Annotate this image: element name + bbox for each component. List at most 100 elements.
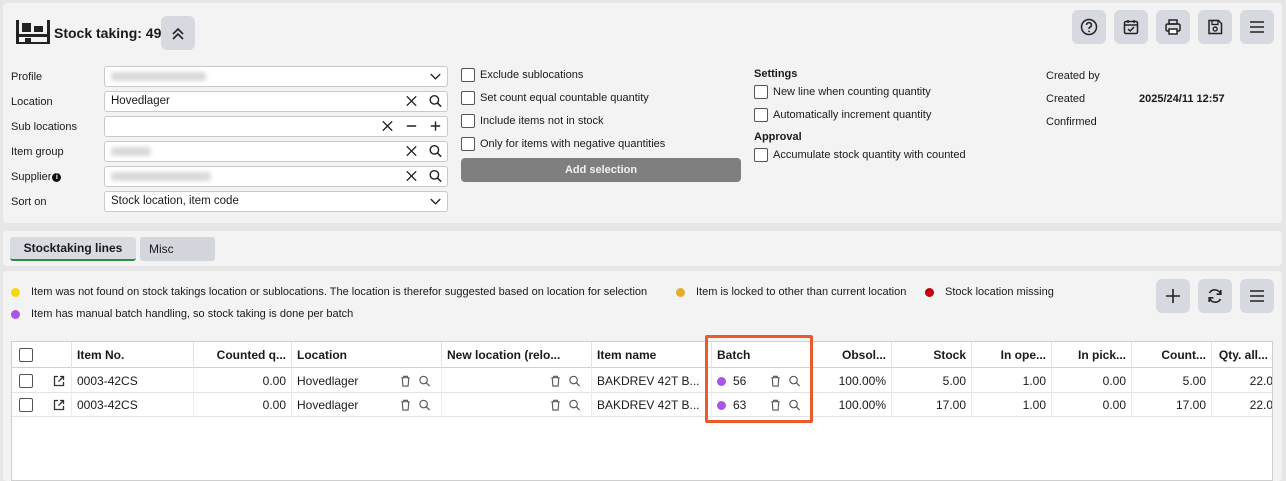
open-external-icon[interactable] [52, 398, 66, 412]
search-icon[interactable] [418, 374, 431, 388]
location-field[interactable]: Hovedlager [104, 91, 448, 112]
cell-in-operation: 1.00 [972, 393, 1052, 417]
legend-purple: Item has manual batch handling, so stock… [11, 308, 353, 320]
created-by-label: Created by [1046, 70, 1100, 82]
checkbox[interactable] [461, 137, 475, 151]
checkbox[interactable] [754, 108, 768, 122]
table-row[interactable]: 0003-42CS 0.00 Hovedlager BAKDREV 42T B.… [12, 369, 1272, 393]
trash-icon[interactable] [769, 398, 782, 412]
lines-menu-button[interactable] [1240, 279, 1274, 313]
confirm-button[interactable] [1114, 10, 1148, 44]
col-item-name[interactable]: Item name [592, 342, 712, 368]
supplier-field[interactable] [104, 166, 448, 187]
only-negative-option[interactable]: Only for items with negative quantities [461, 137, 665, 151]
printer-icon [1165, 19, 1181, 35]
checkbox[interactable] [461, 68, 475, 82]
clear-icon[interactable] [404, 168, 419, 184]
refresh-icon [1208, 289, 1222, 303]
red-dot-icon [925, 287, 934, 297]
cell-counted-qty[interactable]: 0.00 [194, 393, 292, 417]
search-icon[interactable] [428, 93, 443, 109]
trash-icon[interactable] [399, 374, 412, 388]
plus-icon[interactable] [428, 118, 443, 134]
stocktaking-lines-panel: Item was not found on stock takings loca… [3, 271, 1282, 481]
location-label: Location [11, 96, 53, 108]
itemgroup-label: Item group [11, 146, 64, 158]
sorton-value: Stock location, item code [111, 195, 239, 207]
search-icon[interactable] [568, 398, 581, 412]
search-icon[interactable] [418, 398, 431, 412]
row-select-cell [12, 393, 72, 417]
itemgroup-field[interactable] [104, 141, 448, 162]
add-selection-button[interactable]: Add selection [461, 158, 741, 182]
trash-icon[interactable] [549, 398, 562, 412]
col-in-picking[interactable]: In pick... [1052, 342, 1132, 368]
search-icon[interactable] [788, 398, 801, 412]
refresh-button[interactable] [1198, 279, 1232, 313]
clear-icon[interactable] [404, 143, 419, 159]
hamburger-menu-icon [1250, 290, 1264, 302]
checkbox[interactable] [461, 91, 475, 105]
include-not-in-stock-option[interactable]: Include items not in stock [461, 114, 604, 128]
clear-icon[interactable] [404, 93, 419, 109]
col-qty-allocated[interactable]: Qty. all... [1212, 342, 1272, 368]
hamburger-menu-icon [1250, 21, 1264, 33]
cell-countable: 17.00 [1132, 393, 1212, 417]
add-line-button[interactable] [1156, 279, 1190, 313]
minus-icon[interactable] [404, 118, 419, 134]
search-icon[interactable] [428, 143, 443, 159]
chevron-double-up-icon [172, 27, 184, 40]
purple-dot-icon [11, 309, 20, 319]
row-checkbox[interactable] [19, 398, 33, 412]
clear-icon[interactable] [380, 118, 395, 134]
profile-select[interactable] [104, 66, 448, 87]
print-button[interactable] [1156, 10, 1190, 44]
search-icon[interactable] [568, 374, 581, 388]
select-all-checkbox[interactable] [19, 348, 33, 362]
checkbox[interactable] [754, 85, 768, 99]
set-count-equal-option[interactable]: Set count equal countable quantity [461, 91, 649, 105]
col-counted-qty[interactable]: Counted q... [194, 342, 292, 368]
col-new-location[interactable]: New location (relo... [442, 342, 592, 368]
open-external-icon[interactable] [52, 374, 66, 388]
checkbox[interactable] [461, 114, 475, 128]
legend-yellow: Item was not found on stock takings loca… [11, 286, 647, 298]
sublocations-field[interactable] [104, 116, 448, 137]
exclude-sublocations-option[interactable]: Exclude sublocations [461, 68, 583, 82]
col-in-operation[interactable]: In ope... [972, 342, 1052, 368]
calendar-check-icon [1123, 20, 1139, 35]
col-stock[interactable]: Stock [892, 342, 972, 368]
menu-button[interactable] [1240, 10, 1274, 44]
row-checkbox[interactable] [19, 374, 33, 388]
tab-misc[interactable]: Misc [140, 237, 215, 261]
floppy-disk-icon [1208, 19, 1223, 35]
location-value: Hovedlager [111, 95, 170, 107]
auto-increment-option[interactable]: Automatically increment quantity [754, 108, 931, 122]
stocktaking-lines-table: Item No. Counted q... Location New locat… [11, 341, 1273, 481]
save-button[interactable] [1198, 10, 1232, 44]
cell-counted-qty[interactable]: 0.00 [194, 369, 292, 393]
new-line-option[interactable]: New line when counting quantity [754, 85, 931, 99]
purple-dot-icon [717, 400, 726, 410]
table-row[interactable]: 0003-42CS 0.00 Hovedlager BAKDREV 42T B.… [12, 393, 1272, 417]
yellow-dot-icon [11, 287, 20, 297]
col-location[interactable]: Location [292, 342, 442, 368]
trash-icon[interactable] [549, 374, 562, 388]
redacted-value [111, 172, 211, 181]
checkbox[interactable] [754, 148, 768, 162]
col-obsolete[interactable]: Obsol... [812, 342, 892, 368]
trash-icon[interactable] [399, 398, 412, 412]
collapse-button[interactable] [161, 16, 195, 50]
col-countable[interactable]: Count... [1132, 342, 1212, 368]
sorton-select[interactable]: Stock location, item code [104, 191, 448, 212]
trash-icon[interactable] [769, 374, 782, 388]
tab-stocktaking-lines[interactable]: Stocktaking lines [10, 237, 136, 261]
search-icon[interactable] [788, 374, 801, 388]
col-item-no[interactable]: Item No. [72, 342, 194, 368]
sublocations-label: Sub locations [11, 121, 78, 133]
help-button[interactable] [1072, 10, 1106, 44]
cell-qty-allocated: 22.0 [1212, 393, 1272, 417]
col-batch[interactable]: Batch [712, 342, 812, 368]
accumulate-option[interactable]: Accumulate stock quantity with counted [754, 148, 966, 162]
search-icon[interactable] [428, 168, 443, 184]
